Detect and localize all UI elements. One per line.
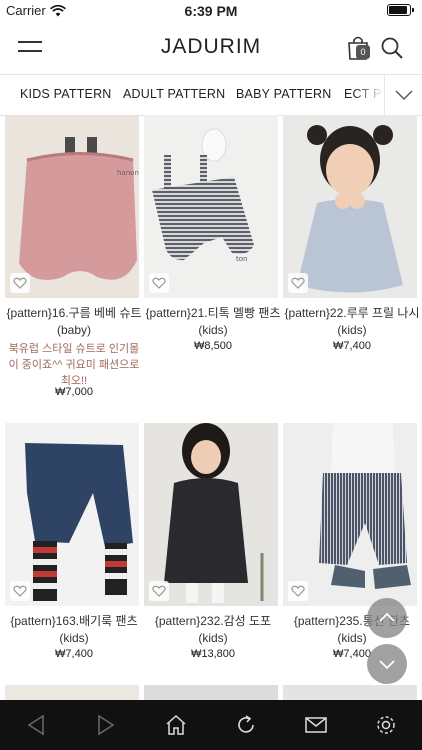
product-image[interactable] xyxy=(283,423,417,606)
product-name[interactable]: {pattern}232.감성 도포 (kids) xyxy=(144,613,282,647)
wishlist-button[interactable] xyxy=(149,273,169,293)
heart-icon xyxy=(291,277,305,289)
scroll-down-button[interactable] xyxy=(367,644,407,684)
product-price: ₩7,400 xyxy=(333,340,371,352)
product-category: (kids) xyxy=(337,323,367,337)
svg-text:hanon: hanon xyxy=(117,169,139,177)
heart-icon xyxy=(152,277,166,289)
wishlist-button[interactable] xyxy=(149,581,169,601)
product-image[interactable] xyxy=(283,115,417,298)
battery-icon xyxy=(387,4,414,16)
chevron-down-icon xyxy=(379,660,395,670)
product-name[interactable]: {pattern}21.티톡 멜빵 팬츠 (kids) xyxy=(144,305,282,339)
product-price: ₩7,400 xyxy=(55,648,93,660)
product-category: (kids) xyxy=(198,631,228,645)
product-image[interactable] xyxy=(5,685,139,700)
wishlist-button[interactable] xyxy=(288,273,308,293)
product-price: ₩13,800 xyxy=(190,648,236,660)
mail-icon[interactable] xyxy=(304,713,328,737)
product-image[interactable] xyxy=(5,423,139,606)
category-tabs: KIDS PATTERN ADULT PATTERN BABY PATTERN … xyxy=(0,74,422,116)
product-title[interactable]: {pattern}163.배기룩 팬츠 xyxy=(5,613,143,630)
heart-icon xyxy=(291,585,305,597)
product-title[interactable]: {pattern}22.루루 프릴 나시 xyxy=(283,305,421,322)
product-category: (kids) xyxy=(198,323,228,337)
product-title[interactable]: {pattern}232.감성 도포 xyxy=(144,613,282,630)
refresh-icon[interactable] xyxy=(234,713,258,737)
heart-icon xyxy=(13,277,27,289)
chevron-down-icon xyxy=(395,90,413,100)
product-image[interactable]: ton xyxy=(144,115,278,298)
product-description: 북유럽 스타일 슈트로 인기몰이 중이죠^^ 귀요미 패션으로 최오!! xyxy=(8,343,140,387)
svg-text:ton: ton xyxy=(236,255,247,263)
tabs-fade xyxy=(354,75,384,115)
product-name[interactable]: {pattern}163.배기룩 팬츠 (kids) xyxy=(5,613,143,647)
tabs-more-button[interactable] xyxy=(384,75,422,115)
product-price: ₩7,000 xyxy=(55,386,93,398)
search-icon[interactable] xyxy=(380,36,404,60)
status-bar: Carrier 6:39 PM xyxy=(0,0,422,22)
tab-adult-pattern[interactable]: ADULT PATTERN xyxy=(123,87,225,101)
scroll-up-button[interactable] xyxy=(367,598,407,638)
product-title[interactable]: {pattern}21.티톡 멜빵 팬츠 xyxy=(144,305,282,322)
product-grid: hanon {pattern}16.구름 베베 슈트 (baby) 북유럽 스타… xyxy=(0,115,422,700)
heart-icon xyxy=(13,585,27,597)
bottom-nav-bar xyxy=(0,700,422,750)
tab-baby-pattern[interactable]: BABY PATTERN xyxy=(236,87,331,101)
tab-kids-pattern[interactable]: KIDS PATTERN xyxy=(20,87,112,101)
product-image[interactable] xyxy=(144,685,278,700)
product-image[interactable] xyxy=(144,423,278,606)
product-name[interactable]: {pattern}22.루루 프릴 나시 (kids) xyxy=(283,305,421,339)
heart-icon xyxy=(152,585,166,597)
settings-icon[interactable] xyxy=(374,713,398,737)
product-image[interactable]: hanon xyxy=(5,115,139,298)
chevron-up-icon xyxy=(379,612,395,622)
wishlist-button[interactable] xyxy=(10,581,30,601)
status-time: 6:39 PM xyxy=(184,3,238,19)
product-title[interactable]: {pattern}16.구름 베베 슈트 xyxy=(5,305,143,322)
wishlist-button[interactable] xyxy=(288,581,308,601)
home-icon[interactable] xyxy=(164,713,188,737)
product-category: (baby) xyxy=(56,323,91,337)
forward-arrow-icon[interactable] xyxy=(94,713,118,737)
cart-count-badge: 0 xyxy=(356,45,370,59)
wishlist-button[interactable] xyxy=(10,273,30,293)
product-name[interactable]: {pattern}16.구름 베베 슈트 (baby) xyxy=(5,305,143,339)
back-arrow-icon[interactable] xyxy=(24,713,48,737)
product-category: (kids) xyxy=(59,631,89,645)
product-image[interactable] xyxy=(283,685,417,700)
product-price: ₩8,500 xyxy=(194,340,232,352)
